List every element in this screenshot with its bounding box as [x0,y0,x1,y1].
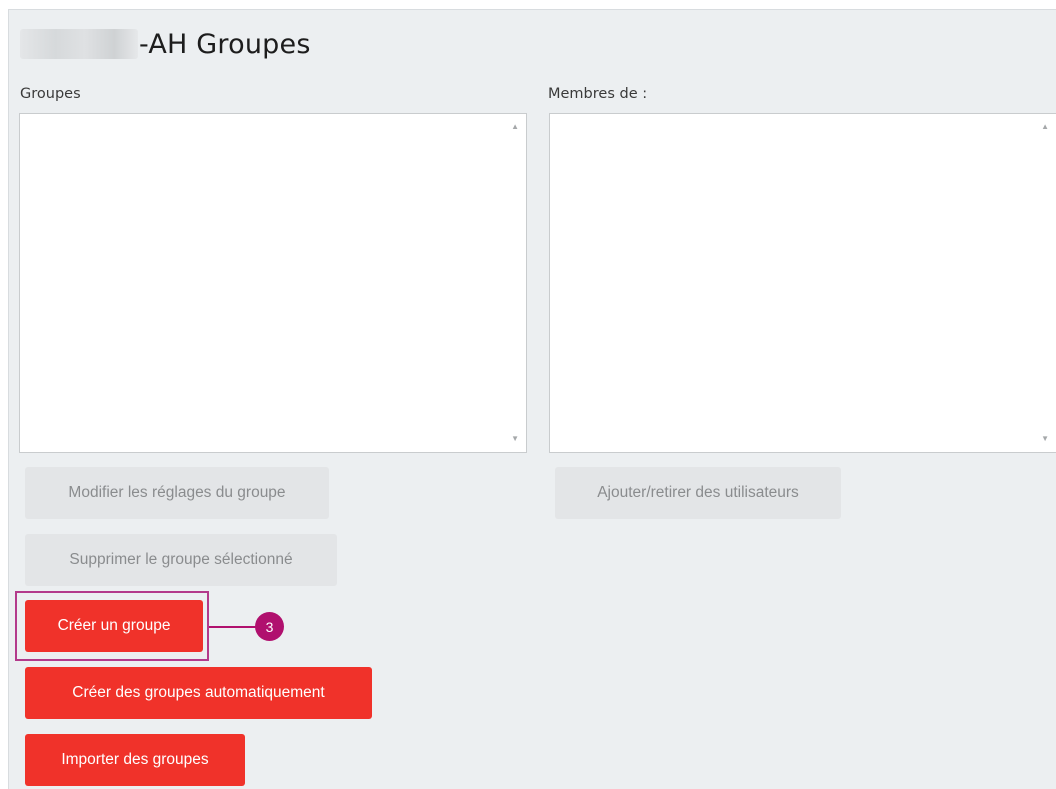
scroll-down-icon[interactable]: ▼ [1041,435,1049,443]
page-header: -AH Groupes [20,26,311,62]
create-group-button[interactable]: Créer un groupe [25,600,203,652]
delete-selected-group-button[interactable]: Supprimer le groupe sélectionné [25,534,337,586]
groups-listbox[interactable]: ▲ ▼ [19,113,527,453]
add-remove-users-button[interactable]: Ajouter/retirer des utilisateurs [555,467,841,519]
step-number-badge: 3 [255,612,284,641]
page-title: -AH Groupes [139,28,311,60]
redacted-course-name [20,29,138,59]
auto-create-groups-button[interactable]: Créer des groupes automatiquement [25,667,372,719]
members-listbox[interactable]: ▲ ▼ [549,113,1056,453]
groups-label: Groupes [20,86,81,102]
callout-connector-line [209,626,257,628]
scroll-up-icon[interactable]: ▲ [1041,123,1049,131]
scroll-up-icon[interactable]: ▲ [511,123,519,131]
scroll-down-icon[interactable]: ▼ [511,435,519,443]
import-groups-button[interactable]: Importer des groupes [25,734,245,786]
edit-group-settings-button[interactable]: Modifier les réglages du groupe [25,467,329,519]
members-label: Membres de : [548,86,648,102]
